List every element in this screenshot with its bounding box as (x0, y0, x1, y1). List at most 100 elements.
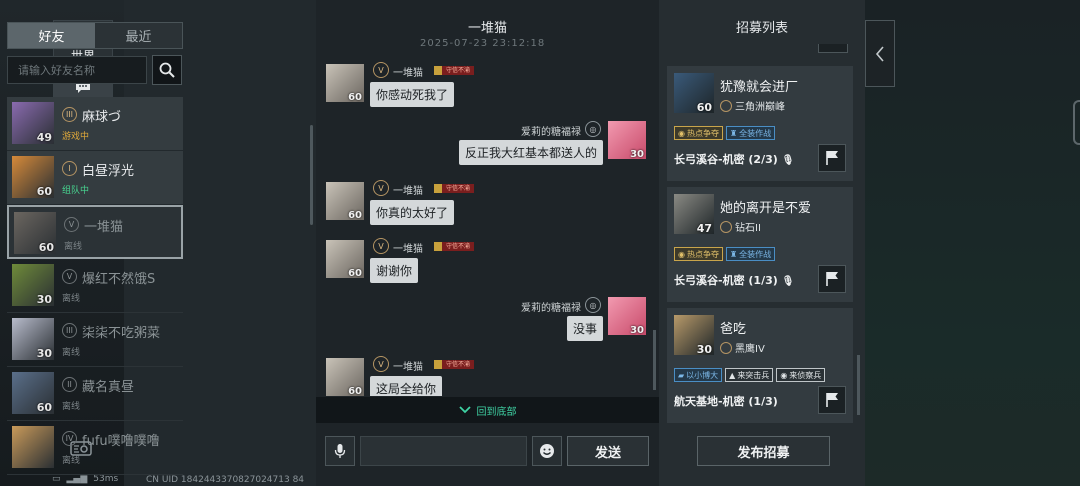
tag-icon: ♜ (729, 128, 738, 138)
friend-list-item[interactable]: 30 III 柒柒不吃粥菜 离线 (7, 313, 183, 367)
friend-list-item[interactable]: 60 I 白昼浮光 组队中 (7, 151, 183, 205)
avatar[interactable]: 30 (608, 297, 646, 336)
title-tag: 守信不渝 (434, 66, 475, 75)
map-label: 长弓溪谷-机密 (1/3) (674, 274, 778, 287)
friend-list-scrollbar[interactable] (310, 125, 313, 225)
tag-label: 全装作战 (739, 128, 772, 138)
message-bubble: 你感动死我了 (370, 82, 455, 107)
tag-label: 来侦察兵 (789, 370, 822, 380)
message-bubble: 反正我大红基本都送人的 (458, 140, 603, 165)
recruit-card-partial (818, 44, 848, 53)
rank-badge-icon: V (373, 238, 389, 254)
friend-list-item[interactable]: 49 III 麻球づ 游戏中 (7, 97, 183, 151)
tag-icon: ▲ (729, 370, 736, 380)
tab-recent[interactable]: 最近 (95, 23, 182, 48)
recruit-tag: ♜ 全装作战 (725, 247, 776, 261)
join-recruit-button[interactable] (818, 386, 846, 414)
sender-name: 爱莉的糖福禄 (521, 303, 581, 314)
map-label: 航天基地-机密 (1/3) (674, 395, 778, 408)
latency-text: 53ms (93, 474, 119, 484)
friend-status: 游戏中 (62, 132, 90, 142)
avatar[interactable]: 60 (326, 240, 364, 279)
recruit-tag: ▲ 来突击兵 (725, 368, 774, 382)
join-recruit-button[interactable] (818, 144, 846, 172)
side-handle[interactable] (1073, 100, 1080, 145)
tag-label: 热点争夺 (686, 249, 719, 259)
back-to-bottom-label: 回到底部 (476, 406, 517, 418)
rank-badge-icon: ◎ (585, 297, 601, 313)
avatar: 30 (12, 264, 54, 306)
friend-name: fufu噗噜噗噜 (82, 434, 160, 449)
tag-label: 热点争夺 (686, 128, 719, 138)
avatar: 30 (12, 318, 54, 360)
avatar[interactable]: 60 (326, 182, 364, 221)
rank-label: 三角洲巅峰 (735, 102, 785, 113)
friend-name: 柒柒不吃粥菜 (82, 326, 161, 341)
recruit-tag: ◉ 热点争夺 (674, 126, 723, 140)
back-to-bottom-button[interactable]: 回到底部 (316, 397, 659, 423)
recruit-map: 长弓溪谷-机密 (1/3) 🎙 (674, 272, 794, 288)
rank-badge-icon: V (373, 180, 389, 196)
voice-input-button[interactable] (325, 436, 355, 466)
recruiter-name: 她的离开是不爱 (720, 201, 812, 216)
avatar[interactable]: 47 (674, 194, 714, 235)
friend-search-input[interactable]: 请输入好友名称 (7, 56, 147, 84)
send-button[interactable]: 发送 (567, 436, 649, 466)
emoji-button[interactable] (532, 436, 562, 466)
friend-status: 离线 (64, 242, 83, 252)
recruit-card[interactable]: 47 她的离开是不爱 钻石II ◉ 热点争夺 ♜ 全装作战 长弓溪谷-机密 (1/3) 🎙 (667, 187, 853, 302)
chevron-left-icon (875, 45, 884, 62)
network-status: ▭ ▂▄▆ 53ms (52, 474, 118, 484)
avatar-level: 30 (630, 149, 644, 160)
rank-badge-icon: I (62, 161, 77, 176)
tag-icon: ◉ (780, 370, 788, 380)
sender-name: 一堆猫 (393, 186, 423, 197)
microphone-icon: 🎙 (781, 276, 795, 287)
microphone-icon (334, 444, 346, 458)
tag-icon: ▰ (678, 370, 685, 380)
recruiter-rank: 黑鹰IV (720, 340, 765, 355)
friend-list-item[interactable]: 30 V 爆红不然饿S 离线 (7, 259, 183, 313)
sender-name: 一堆猫 (393, 362, 423, 373)
rank-label: 黑鹰IV (735, 344, 765, 355)
avatar[interactable]: 60 (674, 73, 714, 114)
publish-recruit-button[interactable]: 发布招募 (697, 436, 830, 466)
friend-list-item[interactable]: 60 II 藏名真昼 离线 (7, 367, 183, 421)
avatar-level: 60 (348, 210, 362, 221)
recruit-card[interactable]: 30 爸吃 黑鹰IV ▰ 以小博大 ▲ 来突击兵 ◉ 来侦察兵 航天基地-机密 (1/3) (667, 308, 853, 423)
tag-label: 全装作战 (739, 249, 772, 259)
rank-badge-icon (720, 341, 732, 354)
search-button[interactable] (152, 55, 182, 85)
recruit-tag: ◉ 来侦察兵 (776, 368, 826, 382)
avatar[interactable]: 30 (674, 315, 714, 356)
avatar-level: 47 (696, 222, 712, 235)
recruit-tag: ◉ 热点争夺 (674, 247, 723, 261)
friend-list-item[interactable]: IV fufu噗噜噗噜 离线 (7, 421, 183, 475)
recruit-card[interactable]: 60 犹豫就会进厂 三角洲巅峰 ◉ 热点争夺 ♜ 全装作战 长弓溪谷-机密 (2/3) 🎙 (667, 66, 853, 181)
friend-status: 组队中 (62, 186, 90, 196)
collapse-panel-button[interactable] (865, 20, 895, 87)
flag-icon (826, 393, 838, 407)
avatar[interactable]: 60 (326, 358, 364, 396)
rank-badge-icon: V (373, 356, 389, 372)
friend-name: 藏名真昼 (82, 380, 135, 395)
recruit-scrollbar[interactable] (857, 355, 860, 415)
join-recruit-button[interactable] (818, 265, 846, 293)
avatar-level: 49 (36, 131, 52, 144)
chat-message-input[interactable] (360, 436, 527, 466)
tab-friends[interactable]: 好友 (8, 23, 95, 48)
avatar-level: 60 (696, 101, 712, 114)
friend-list-item[interactable]: 60 V 一堆猫 离线 (7, 205, 183, 259)
avatar[interactable]: 60 (326, 64, 364, 103)
battery-icon: ▭ (52, 474, 61, 484)
avatar[interactable]: 30 (608, 121, 646, 160)
friend-tabs: 好友 最近 (7, 22, 183, 49)
chat-scrollbar[interactable] (653, 330, 656, 390)
recruit-tags: ◉ 热点争夺 ♜ 全装作战 (674, 126, 776, 140)
tag-icon: ◉ (678, 249, 685, 259)
chevron-down-icon (458, 406, 471, 414)
friend-status: 离线 (62, 402, 81, 412)
chat-title: 一堆猫 (467, 21, 507, 36)
friend-name: 麻球づ (82, 110, 122, 125)
friend-name: 爆红不然饿S (82, 272, 156, 287)
